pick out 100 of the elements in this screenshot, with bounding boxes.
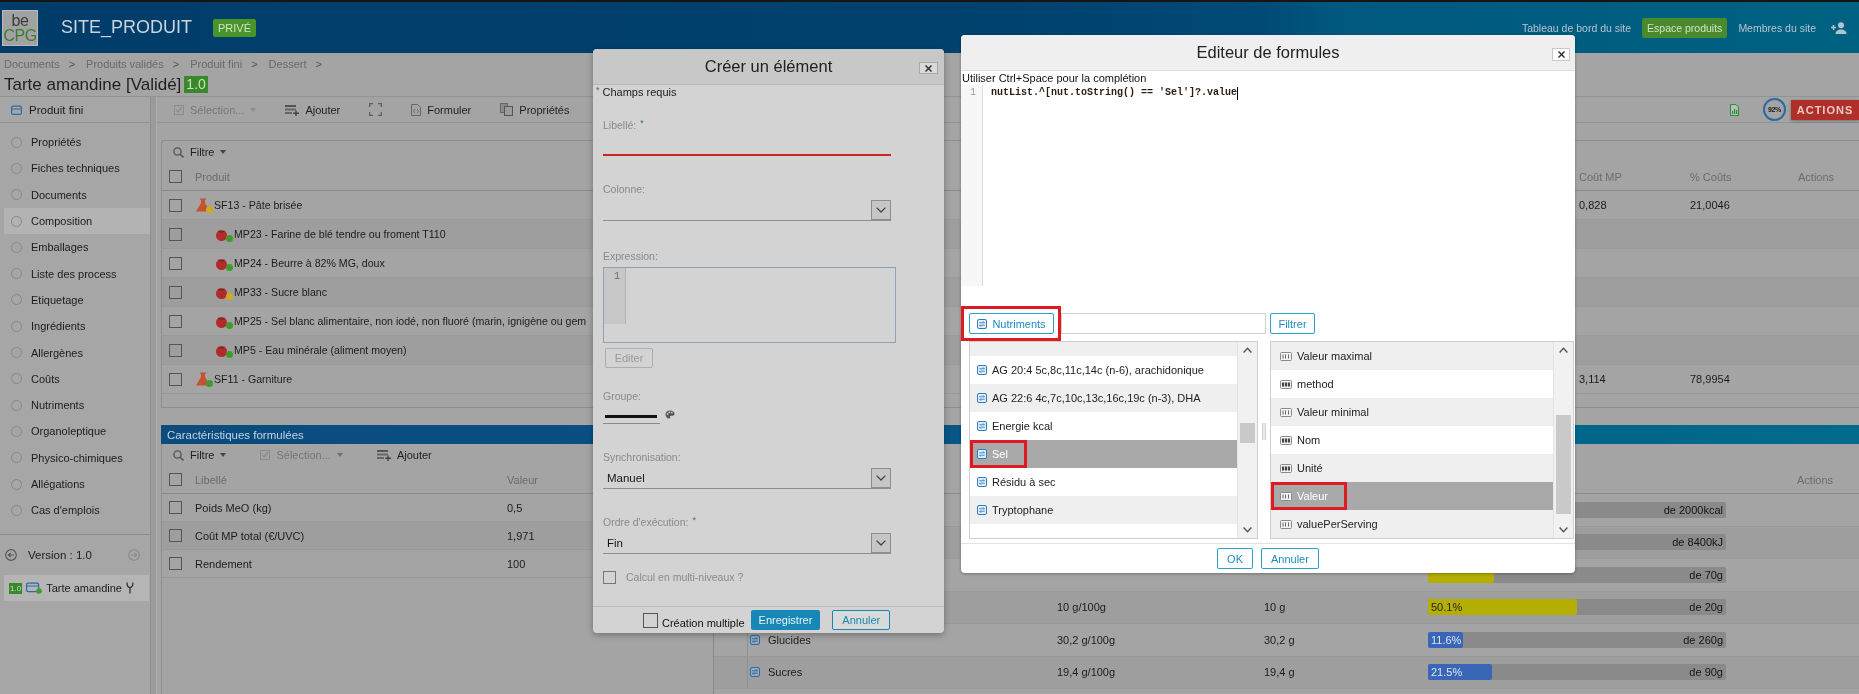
version-item[interactable]: 1.0 Tarte amandine <box>4 575 149 602</box>
list-item[interactable]: AG 20:4 5c,8c,11c,14c (n-6), arachidonique <box>970 356 1237 384</box>
tomato-icon <box>215 314 229 328</box>
highlight-frame: Valeur <box>1271 482 1347 510</box>
required-mark: * <box>692 515 696 525</box>
code-line: nutList.^[nut.toString() == 'Sel']?.value <box>991 86 1238 100</box>
scroll-thumb[interactable] <box>1240 423 1255 443</box>
add-button[interactable]: Ajouter <box>376 449 432 461</box>
ok-button[interactable]: OK <box>1217 548 1253 569</box>
sidebar-item[interactable]: Etiquetage <box>4 286 150 314</box>
sidebar-item[interactable]: Cas d'emplois <box>4 497 150 524</box>
close-icon <box>925 64 932 72</box>
list-item[interactable]: Tryptophane <box>970 496 1237 524</box>
table-cell: MP25 - Sel blanc alimentaire, non iodé, non fluoré (marin, ignigène ou gem <box>234 315 587 327</box>
sidebar-item[interactable]: Allergènes <box>4 339 150 366</box>
checkbox[interactable] <box>169 529 182 542</box>
exchange-icon <box>977 505 987 515</box>
sidebar-item[interactable]: Propriétés <box>4 129 150 156</box>
checkbox[interactable] <box>603 570 616 584</box>
dropdown-button[interactable] <box>871 468 891 488</box>
sidebar-item[interactable]: Liste des process <box>4 260 150 287</box>
actions-button[interactable]: ACTIONS <box>1791 99 1859 120</box>
sidebar-item[interactable]: Ingrédients <box>4 313 150 340</box>
nav-link[interactable]: Membres du site <box>1738 21 1816 34</box>
exchange-icon <box>750 634 760 645</box>
scroll-up-icon[interactable] <box>1559 347 1568 353</box>
expand-icon <box>369 103 383 116</box>
required-mark: * <box>640 118 644 128</box>
palette-icon[interactable] <box>665 410 675 419</box>
table-cell: MP33 - Sucre blanc <box>234 286 328 298</box>
list-item[interactable]: Résidu à sec <box>970 468 1237 496</box>
filter-button[interactable]: Filtrer <box>1270 313 1315 334</box>
source-button[interactable]: Nutriments <box>969 313 1054 334</box>
filter-menu[interactable]: Filtre <box>173 449 227 461</box>
code-editor[interactable]: 1 nutList.^[nut.toString() == 'Sel']?.value <box>961 85 1575 286</box>
list-item[interactable]: Valeur minimal <box>1271 398 1553 426</box>
checkbox[interactable] <box>643 612 658 628</box>
sidebar-item[interactable]: Nutriments <box>4 391 150 419</box>
goal-label: de 70g <box>1689 568 1723 581</box>
sidebar-item[interactable]: Allégations <box>4 470 150 498</box>
breadcrumb-separator: > <box>68 58 76 70</box>
select-field[interactable]: Fin <box>603 533 891 554</box>
table-cell: Coût MP total (€/UVC) <box>195 529 305 542</box>
dropdown-button[interactable] <box>871 533 891 553</box>
table-cell: SF11 - Garniture <box>214 373 293 385</box>
spreadsheet-icon[interactable] <box>1730 103 1739 116</box>
list-item[interactable]: Valeur maximal <box>1271 342 1553 370</box>
formulate-button[interactable]: Formuler <box>411 103 472 116</box>
add-rows-icon <box>285 103 300 116</box>
splitter-handle[interactable] <box>1262 423 1266 440</box>
checkbox[interactable] <box>169 314 182 328</box>
scroll-down-icon[interactable] <box>1559 527 1568 533</box>
checkbox[interactable] <box>169 256 182 270</box>
scrollbar[interactable] <box>1553 342 1573 538</box>
sidebar-item[interactable]: Composition <box>4 207 150 235</box>
close-button[interactable] <box>919 62 938 74</box>
list-item[interactable]: valuePerServing <box>1271 510 1553 538</box>
expand-button[interactable] <box>369 103 383 116</box>
scroll-down-icon[interactable] <box>1243 527 1252 533</box>
table-cell: Rendement <box>195 557 252 570</box>
properties-button[interactable]: Propriétés <box>500 103 570 116</box>
dropdown-button[interactable] <box>871 200 891 220</box>
add-button[interactable]: Ajouter <box>285 103 341 116</box>
save-button[interactable]: Enregistrer <box>750 610 821 630</box>
close-button[interactable] <box>1552 48 1570 61</box>
checkbox[interactable] <box>169 227 182 241</box>
cancel-button[interactable]: Annuler <box>1261 548 1319 569</box>
checkbox[interactable] <box>169 285 182 299</box>
nav-link[interactable]: Tableau de bord du site <box>1521 21 1632 34</box>
sidebar-item[interactable]: Fiches techniques <box>4 155 150 182</box>
sidebar-item[interactable]: Documents <box>4 181 150 208</box>
logo[interactable]: be CPG <box>2 9 38 46</box>
required-mark: * <box>596 85 600 95</box>
exchange-icon <box>977 393 987 403</box>
checkbox[interactable] <box>169 372 182 386</box>
list-item[interactable]: Unité <box>1271 454 1553 482</box>
scroll-up-icon[interactable] <box>1243 347 1252 353</box>
scroll-thumb[interactable] <box>1556 415 1571 514</box>
checkbox[interactable] <box>169 198 182 212</box>
checkbox[interactable] <box>169 501 182 514</box>
sidebar-item[interactable]: Coûts <box>4 365 150 392</box>
sidebar-item[interactable]: Emballages <box>4 234 150 261</box>
list-item[interactable]: AG 22:6 4c,7c,10c,13c,16c,19c (n-3), DHA <box>970 384 1237 412</box>
left-arrow-icon[interactable] <box>5 549 17 562</box>
tomato-icon <box>215 227 229 241</box>
filter-menu[interactable]: Filtre <box>173 146 227 158</box>
checkbox[interactable] <box>169 473 182 486</box>
select-field[interactable] <box>603 200 891 221</box>
select-field[interactable]: Manuel <box>603 468 891 489</box>
sidebar-item[interactable]: Organoleptique <box>4 418 150 445</box>
checkbox-label: Calcul en multi-niveaux ? <box>626 571 744 583</box>
field-label: Groupe: <box>603 390 641 402</box>
checkbox[interactable] <box>169 343 182 357</box>
checkbox[interactable] <box>169 170 182 183</box>
filter-input[interactable] <box>1061 313 1266 334</box>
scrollbar[interactable] <box>1237 342 1257 538</box>
checkbox[interactable] <box>169 557 182 570</box>
add-user-icon[interactable] <box>1831 21 1847 34</box>
sidebar-item[interactable]: Physico-chimiques <box>4 444 150 471</box>
list-item[interactable]: method <box>1271 370 1553 398</box>
